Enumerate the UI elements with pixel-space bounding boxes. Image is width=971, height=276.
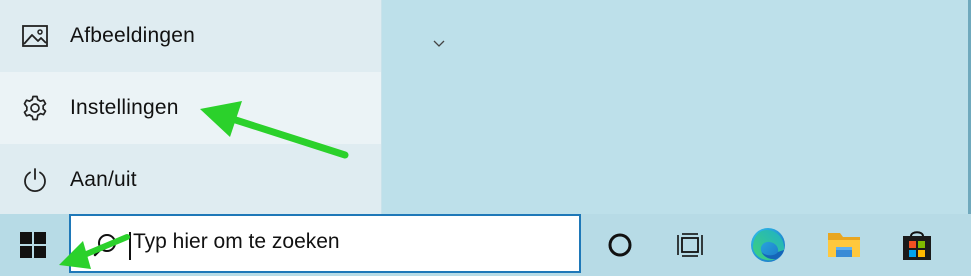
windows-logo-icon [20, 232, 46, 258]
file-explorer-icon [828, 233, 860, 257]
chevron-down-icon[interactable] [432, 38, 446, 48]
task-view-icon [677, 233, 703, 257]
start-button[interactable] [0, 214, 66, 276]
task-view-button[interactable] [660, 214, 720, 276]
cortana-button[interactable] [590, 214, 650, 276]
search-placeholder: Typ hier om te zoeken [133, 230, 340, 253]
menu-item-label: Aan/uit [70, 168, 137, 191]
taskbar: Typ hier om te zoeken [0, 214, 971, 276]
screen: Afbeeldingen Instellingen Aan/uit Typ hi… [0, 0, 971, 276]
menu-item-label: Instellingen [70, 96, 179, 119]
gear-icon [21, 94, 49, 122]
edge-icon [751, 228, 785, 262]
search-input[interactable]: Typ hier om te zoeken [69, 214, 581, 273]
start-menu-item-aan-uit[interactable]: Aan/uit [0, 144, 381, 216]
cortana-icon [608, 233, 632, 257]
file-explorer-button[interactable] [814, 214, 874, 276]
power-icon [21, 166, 49, 194]
pictures-icon [21, 22, 49, 50]
text-cursor [129, 232, 131, 260]
start-menu-item-instellingen[interactable]: Instellingen [0, 72, 381, 144]
edge-button[interactable] [738, 214, 798, 276]
search-icon [93, 234, 116, 257]
store-button[interactable] [887, 214, 947, 276]
start-menu: Afbeeldingen Instellingen Aan/uit [0, 0, 381, 214]
tiles-area [381, 0, 971, 214]
menu-item-label: Afbeeldingen [70, 24, 196, 47]
start-menu-item-afbeeldingen[interactable]: Afbeeldingen [0, 0, 381, 72]
store-icon [903, 231, 931, 260]
